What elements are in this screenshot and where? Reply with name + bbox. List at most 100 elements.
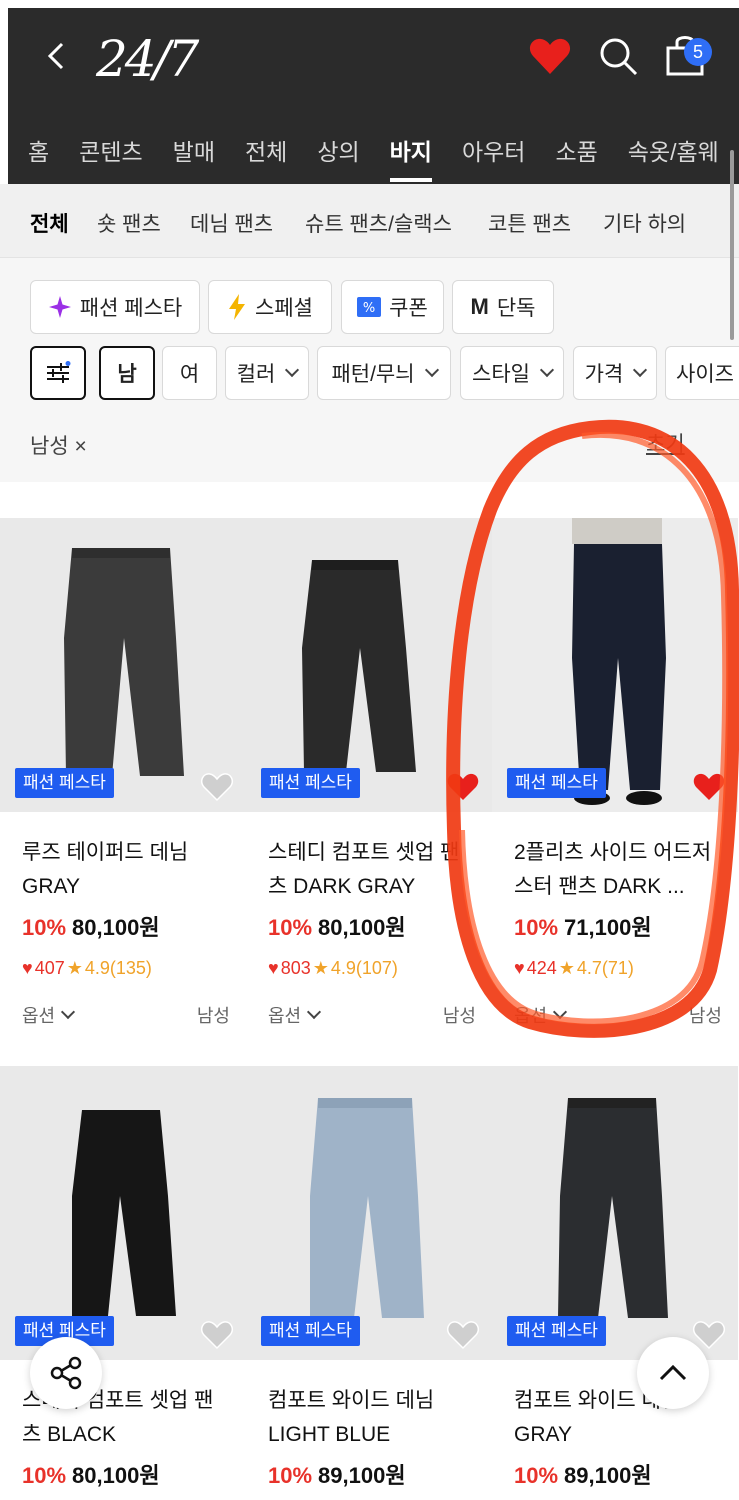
sub-tab-denim-pants[interactable]: 데님 팬츠	[190, 208, 273, 238]
promo-badge: 패션 페스타	[261, 1316, 360, 1346]
sub-tab-short-pants[interactable]: 숏 팬츠	[97, 208, 161, 238]
product-stats: ♥ 803 ★ 4.9(107)	[268, 958, 398, 979]
sub-tab-slacks[interactable]: 슈트 팬츠/슬랙스	[305, 208, 452, 238]
heart-filled-icon: ♥	[268, 958, 279, 978]
chevron-down-icon	[307, 1004, 322, 1020]
rating-value: 4.7(71)	[576, 958, 634, 978]
filter-female-button[interactable]: 여	[162, 346, 217, 400]
product-image[interactable]: 패션 페스타	[492, 518, 738, 812]
tab-home[interactable]: 홈	[28, 126, 49, 182]
share-button[interactable]	[30, 1337, 102, 1409]
tab-outer[interactable]: 아우터	[462, 126, 525, 182]
active-filter-tag[interactable]: 남성 ×	[30, 430, 87, 460]
tab-accessories[interactable]: 소품	[555, 126, 597, 182]
product-card[interactable]: 패션 페스타 2플리츠 사이드 어드저스터 팬츠 DARK ... 10% 71,…	[492, 518, 738, 1058]
promo-badge: 패션 페스타	[507, 768, 606, 798]
sub-tab-other-bottoms[interactable]: 기타 하의	[603, 208, 686, 238]
filter-color-dropdown[interactable]: 컬러	[225, 346, 309, 400]
heart-filled-icon[interactable]	[692, 772, 726, 802]
option-label: 옵션	[268, 1006, 302, 1026]
chevron-down-icon	[553, 1004, 568, 1020]
option-dropdown[interactable]: 옵션	[514, 1002, 568, 1028]
tab-underwear[interactable]: 속옷/홈웨	[628, 126, 719, 182]
product-price: 10% 80,100원	[268, 910, 406, 942]
filter-pattern-dropdown[interactable]: 패턴/무늬	[317, 346, 451, 400]
product-name[interactable]: 컴포트 와이드 데님 LIGHT BLUE	[268, 1384, 478, 1452]
tab-all[interactable]: 전체	[245, 126, 287, 182]
heart-outline-icon[interactable]	[446, 1320, 480, 1350]
heart-outline-icon[interactable]	[200, 772, 234, 802]
product-image[interactable]: 패션 페스타	[246, 518, 492, 812]
product-card[interactable]: 패션 페스타 스테디 컴포트 셋업 팬츠 BLACK 10% 80,100원	[0, 1066, 246, 1500]
product-name[interactable]: 스테디 컴포트 셋업 팬츠 DARK GRAY	[268, 836, 478, 904]
promo-exclusive[interactable]: M 단독	[452, 280, 554, 334]
product-card[interactable]: 패션 페스타 루즈 테이퍼드 데님 GRAY 10% 80,100원 ♥ 407 ★…	[0, 518, 246, 1058]
filter-sliders-icon	[47, 361, 71, 383]
tab-contents[interactable]: 콘텐츠	[79, 126, 142, 182]
filter-male-button[interactable]: 남	[99, 346, 155, 400]
tab-tops[interactable]: 상의	[317, 126, 359, 182]
sale-price: 80,100원	[72, 1463, 160, 1488]
brand-logo[interactable]: 24/7	[96, 30, 199, 88]
tab-pants[interactable]: 바지	[389, 126, 433, 182]
filter-panel: 패션 페스타 스페셜 % 쿠폰 M 단독 남 여 컬러 패턴/무늬 스타일 가격	[0, 258, 739, 482]
promo-badge: 패션 페스타	[261, 768, 360, 798]
discount-rate: 10%	[268, 1463, 313, 1488]
sub-category-nav: 전체 숏 팬츠 데님 팬츠 슈트 팬츠/슬랙스 코튼 팬츠 기타 하의	[0, 184, 739, 258]
filter-settings-button[interactable]	[30, 346, 86, 400]
like-count: 424	[526, 958, 557, 978]
sale-price: 80,100원	[72, 915, 160, 940]
product-row: 패션 페스타 루즈 테이퍼드 데님 GRAY 10% 80,100원 ♥ 407 ★…	[0, 518, 739, 1058]
scrollbar[interactable]	[730, 150, 734, 340]
promo-coupon[interactable]: % 쿠폰	[341, 280, 444, 334]
promo-special[interactable]: 스페셜	[208, 280, 332, 334]
product-image[interactable]: 패션 페스타	[492, 1066, 738, 1360]
star-icon: ★	[312, 958, 329, 978]
product-card[interactable]: 패션 페스타 스테디 컴포트 셋업 팬츠 DARK GRAY 10% 80,100…	[246, 518, 492, 1058]
product-name[interactable]: 루즈 테이퍼드 데님 GRAY	[22, 836, 232, 904]
promo-badge: 패션 페스타	[15, 768, 114, 798]
coupon-icon: %	[357, 297, 382, 317]
promo-badge: 패션 페스타	[507, 1316, 606, 1346]
gender-label: 남성	[442, 1006, 476, 1026]
product-card[interactable]: 패션 페스타 컴포트 와이드 데님 LIGHT BLUE 10% 89,100원	[246, 1066, 492, 1500]
product-image[interactable]: 패션 페스타	[246, 1066, 492, 1360]
tab-release[interactable]: 발매	[173, 126, 215, 182]
lightning-icon	[229, 294, 246, 320]
product-image[interactable]: 패션 페스타	[0, 1066, 246, 1360]
sub-tab-cotton-pants[interactable]: 코튼 팬츠	[488, 208, 571, 238]
product-card[interactable]: 패션 페스타 컴포트 와이드 데님 GRAY 10% 89,100원	[492, 1066, 738, 1500]
heart-icon[interactable]	[528, 36, 572, 76]
gender-label: 남성	[688, 1006, 722, 1026]
promo-label: 스페셜	[255, 297, 313, 320]
svg-text:%: %	[363, 301, 375, 316]
option-dropdown[interactable]: 옵션	[22, 1002, 76, 1028]
search-icon[interactable]	[596, 34, 640, 78]
reset-filters-link[interactable]: 초기	[646, 428, 685, 458]
filter-style-dropdown[interactable]: 스타일	[460, 346, 564, 400]
filter-size-dropdown[interactable]: 사이즈	[665, 346, 739, 400]
promo-fashion-festa[interactable]: 패션 페스타	[30, 280, 200, 334]
heart-outline-icon[interactable]	[200, 1320, 234, 1350]
chevron-down-icon	[61, 1004, 76, 1020]
option-dropdown[interactable]: 옵션	[268, 1002, 322, 1028]
product-row: 패션 페스타 스테디 컴포트 셋업 팬츠 BLACK 10% 80,100원 패션…	[0, 1066, 739, 1500]
promo-label: 쿠폰	[389, 297, 428, 320]
product-name[interactable]: 2플리츠 사이드 어드저스터 팬츠 DARK ...	[514, 836, 724, 904]
chevron-down-icon	[285, 362, 300, 378]
filter-price-dropdown[interactable]: 가격	[573, 346, 657, 400]
option-label: 옵션	[22, 1006, 56, 1026]
heart-filled-icon[interactable]	[446, 772, 480, 802]
product-price: 10% 80,100원	[22, 1458, 160, 1490]
discount-rate: 10%	[22, 1463, 67, 1488]
sale-price: 89,100원	[564, 1463, 652, 1488]
option-label: 옵션	[514, 1006, 548, 1026]
sub-tab-all[interactable]: 전체	[30, 208, 69, 238]
product-image[interactable]: 패션 페스타	[0, 518, 246, 812]
chevron-down-icon	[424, 362, 439, 378]
main-category-tabs: 홈 콘텐츠 발매 전체 상의 바지 아우터 소품 속옷/홈웨	[28, 126, 739, 182]
back-arrow-icon[interactable]	[38, 36, 78, 76]
promo-label: 단독	[496, 297, 536, 320]
scroll-to-top-button[interactable]	[637, 1337, 709, 1409]
like-count: 803	[280, 958, 311, 978]
